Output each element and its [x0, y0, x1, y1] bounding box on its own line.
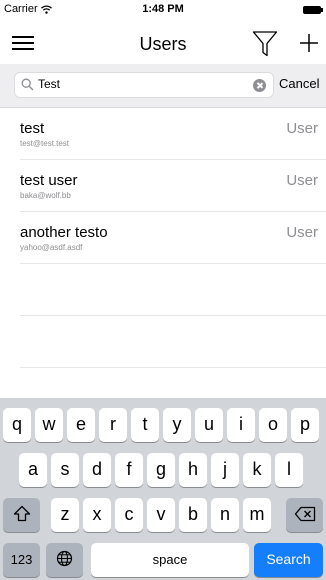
search-icon — [21, 78, 34, 91]
add-user-icon[interactable] — [298, 32, 320, 54]
key-r[interactable]: r — [99, 408, 127, 442]
key-u[interactable]: u — [195, 408, 223, 442]
user-list-item[interactable]: test user baka@wolf.bb User — [20, 160, 326, 212]
user-email: baka@wolf.bb — [20, 191, 71, 200]
user-list-item[interactable]: test test@test.test User — [20, 108, 326, 160]
user-email: test@test.test — [20, 139, 70, 148]
key-b[interactable]: b — [179, 498, 207, 532]
backspace-icon — [294, 506, 315, 521]
shift-key[interactable] — [3, 498, 40, 532]
cancel-button[interactable]: Cancel — [279, 76, 319, 91]
search-key[interactable]: Search — [254, 543, 323, 577]
shift-icon — [13, 506, 30, 522]
key-c[interactable]: c — [115, 498, 143, 532]
space-key[interactable]: space — [91, 543, 249, 577]
numbers-key[interactable]: 123 — [3, 543, 40, 577]
user-role: User — [286, 172, 318, 189]
search-field[interactable] — [14, 72, 274, 98]
status-bar: Carrier 1:48 PM — [0, 0, 326, 20]
user-list-item[interactable]: another testo yahoo@asdf.asdf User — [20, 212, 326, 264]
key-d[interactable]: d — [83, 453, 111, 487]
key-q[interactable]: q — [3, 408, 31, 442]
user-email: yahoo@asdf.asdf — [20, 243, 83, 252]
navigation-bar: Users — [0, 20, 326, 64]
empty-list-row — [20, 264, 326, 316]
key-z[interactable]: z — [51, 498, 79, 532]
key-g[interactable]: g — [147, 453, 175, 487]
keyboard: q w e r t y u i o p a s d f g h j k l z … — [0, 398, 326, 580]
battery-icon — [303, 6, 323, 14]
key-n[interactable]: n — [211, 498, 239, 532]
key-w[interactable]: w — [35, 408, 63, 442]
status-time: 1:48 PM — [142, 3, 184, 15]
user-list: test test@test.test User test user baka@… — [0, 108, 326, 368]
key-f[interactable]: f — [115, 453, 143, 487]
clear-search-icon[interactable] — [253, 79, 266, 92]
key-x[interactable]: x — [83, 498, 111, 532]
globe-key[interactable] — [46, 543, 83, 577]
search-input[interactable] — [38, 77, 238, 91]
key-y[interactable]: y — [163, 408, 191, 442]
key-k[interactable]: k — [243, 453, 271, 487]
key-v[interactable]: v — [147, 498, 175, 532]
user-name: test — [20, 120, 45, 137]
key-m[interactable]: m — [243, 498, 271, 532]
key-i[interactable]: i — [227, 408, 255, 442]
user-name: test user — [20, 172, 78, 189]
search-bar: Cancel — [0, 64, 326, 108]
key-a[interactable]: a — [19, 453, 47, 487]
key-j[interactable]: j — [211, 453, 239, 487]
globe-icon — [56, 551, 73, 567]
key-o[interactable]: o — [259, 408, 287, 442]
key-p[interactable]: p — [291, 408, 319, 442]
empty-list-row — [20, 316, 326, 368]
backspace-key[interactable] — [286, 498, 323, 532]
filter-icon[interactable] — [252, 30, 278, 58]
user-role: User — [286, 224, 318, 241]
key-e[interactable]: e — [67, 408, 95, 442]
key-t[interactable]: t — [131, 408, 159, 442]
user-name: another testo — [20, 224, 108, 241]
key-s[interactable]: s — [51, 453, 79, 487]
key-l[interactable]: l — [275, 453, 303, 487]
user-role: User — [286, 120, 318, 137]
key-h[interactable]: h — [179, 453, 207, 487]
